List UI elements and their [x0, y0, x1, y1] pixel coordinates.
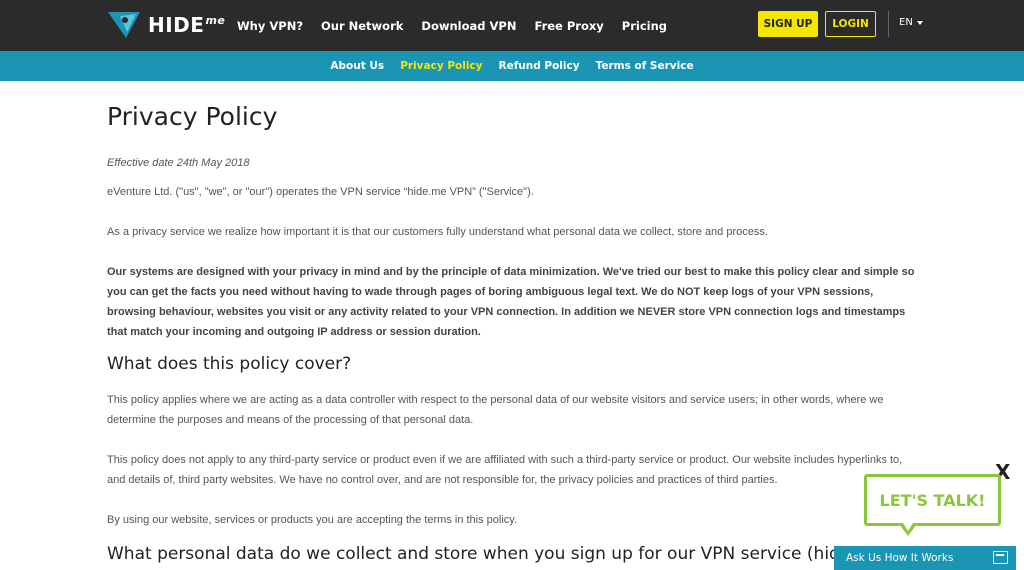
privacy-service-paragraph: As a privacy service we realize how impo…: [107, 226, 768, 238]
section-heading-personal-data: What personal data do we collect and sto…: [107, 544, 883, 570]
chevron-down-icon: [916, 20, 923, 25]
sub-nav: About Us Privacy Policy Refund Policy Te…: [0, 51, 1024, 81]
subnav-terms-of-service[interactable]: Terms of Service: [596, 60, 694, 72]
login-button[interactable]: LOGIN: [825, 11, 876, 37]
nav-why-vpn[interactable]: Why VPN?: [237, 19, 303, 33]
bubble-tail-inner: [903, 523, 913, 531]
third-party-paragraph: This policy does not apply to any third-…: [107, 454, 903, 486]
language-selector[interactable]: EN: [899, 17, 923, 28]
logo[interactable]: HIDE me: [108, 8, 225, 42]
signup-button[interactable]: SIGN UP: [758, 11, 818, 37]
logo-icon: [108, 10, 142, 40]
nav-our-network[interactable]: Our Network: [321, 19, 403, 33]
main-nav: Why VPN? Our Network Download VPN Free P…: [237, 0, 685, 51]
policy-applies-paragraph: This policy applies where we are acting …: [107, 394, 884, 426]
top-header: HIDE me Why VPN? Our Network Download VPN…: [0, 0, 1024, 51]
logo-text: HIDE me: [148, 13, 226, 37]
nav-free-proxy[interactable]: Free Proxy: [534, 19, 603, 33]
subnav-privacy-policy[interactable]: Privacy Policy: [400, 60, 482, 72]
lets-talk-bubble[interactable]: LET'S TALK!: [864, 474, 1001, 526]
subnav-refund-policy[interactable]: Refund Policy: [499, 60, 580, 72]
lets-talk-label: LET'S TALK!: [879, 490, 986, 510]
nav-pricing[interactable]: Pricing: [622, 19, 667, 33]
page-title: Privacy Policy: [107, 102, 278, 131]
policy-content: Privacy Policy Effective date 24th May 2…: [107, 100, 922, 570]
ask-us-bar[interactable]: Ask Us How It Works: [834, 546, 1016, 570]
effective-date: Effective date 24th May 2018: [107, 157, 250, 169]
nav-download-vpn[interactable]: Download VPN: [421, 19, 516, 33]
ask-us-label: Ask Us How It Works: [846, 552, 954, 564]
subnav-about-us[interactable]: About Us: [330, 60, 384, 72]
acceptance-paragraph: By using our website, services or produc…: [107, 514, 518, 526]
section-heading-policy-cover: What does this policy cover?: [107, 354, 352, 374]
intro-paragraph: eVenture Ltd. ("us", "we", or "our") ope…: [107, 186, 534, 198]
language-label: EN: [899, 17, 913, 28]
chat-window-icon: [993, 551, 1008, 564]
header-divider: [888, 11, 889, 37]
data-minimization-paragraph: Our systems are designed with your priva…: [107, 266, 915, 338]
